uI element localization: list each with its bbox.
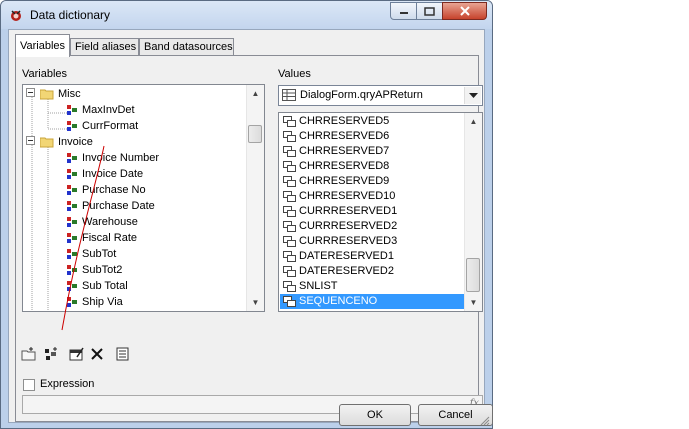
- annotation-line: [61, 145, 105, 331]
- tab-variables[interactable]: Variables: [15, 34, 70, 57]
